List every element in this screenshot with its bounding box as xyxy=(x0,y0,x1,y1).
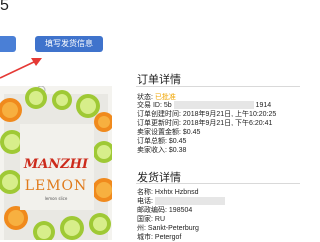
order-divider xyxy=(136,86,300,87)
redacted-block xyxy=(173,101,254,109)
created-time-row: 订单创建时间: 2018年9月21日, 上午10:20:25 xyxy=(137,111,277,118)
shipping-name-row: 名称: Hxhtx Hzbnsd xyxy=(137,189,199,196)
seller-fee-row: 卖家设置金额: $0.45 xyxy=(137,129,201,136)
page-title: 5 xyxy=(0,0,9,14)
shipping-zip-row: 邮政编码: 198504 xyxy=(137,207,193,214)
shipping-divider xyxy=(136,183,300,184)
fill-shipping-info-button[interactable]: 填写发货信息 xyxy=(35,36,103,52)
primary-action-button[interactable] xyxy=(0,36,16,52)
product-image: MANZHI LEMON lemon slice xyxy=(0,86,112,240)
svg-text:lemon slice: lemon slice xyxy=(45,196,68,201)
status-badge: 已批准 xyxy=(154,94,176,101)
top-bar: 5 填写发货信息 xyxy=(0,0,300,52)
order-total-row: 订单总额: $0.45 xyxy=(137,138,187,145)
order-details-title: 订单详情 xyxy=(137,74,181,86)
redacted-block xyxy=(154,197,225,205)
shipping-city-row: 城市: Petergof xyxy=(137,234,182,241)
shipping-state-row: 州: Sankt-Peterburg xyxy=(137,225,199,232)
svg-text:LEMON: LEMON xyxy=(25,178,88,194)
transaction-id-row: 交易 ID: 5b 1914 xyxy=(137,101,272,109)
annotation-arrow-icon xyxy=(0,58,42,79)
svg-text:MANZHI: MANZHI xyxy=(23,157,89,172)
seller-income-row: 卖家收入: $0.38 xyxy=(137,147,187,154)
shipping-country-row: 国家: RU xyxy=(137,216,166,223)
updated-time-row: 订单更新时间: 2018年9月21日, 下午6:20:41 xyxy=(137,120,273,127)
shipping-phone-row: 电话: xyxy=(137,197,225,206)
